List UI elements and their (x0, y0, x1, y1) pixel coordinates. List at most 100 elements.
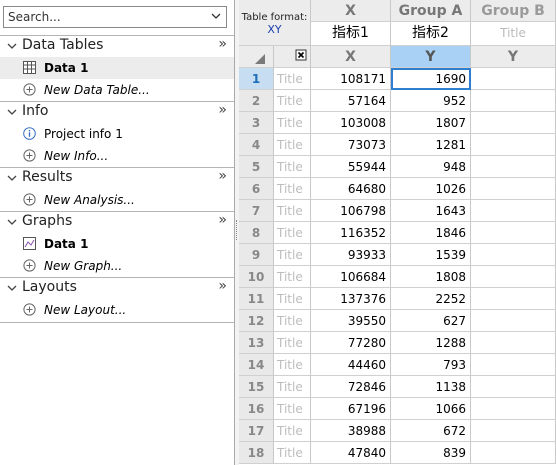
cell-group-a[interactable]: 952 (391, 90, 471, 112)
caret-down-icon[interactable] (7, 41, 17, 51)
row-title-cell[interactable]: Title (274, 354, 311, 376)
row-number[interactable]: 12 (239, 310, 274, 332)
column-title-b[interactable]: Title (471, 22, 556, 46)
row-title-cell[interactable]: Title (274, 134, 311, 156)
navigator-item[interactable]: Data 1 (0, 233, 234, 255)
cell-group-b[interactable] (471, 156, 556, 178)
cell-group-a[interactable]: 1539 (391, 244, 471, 266)
section-header-3[interactable]: Graphs » (0, 211, 234, 233)
cell-group-b[interactable] (471, 266, 556, 288)
cell-x[interactable]: 73073 (311, 134, 391, 156)
cell-x[interactable]: 103008 (311, 112, 391, 134)
cell-x[interactable]: 55944 (311, 156, 391, 178)
row-number[interactable]: 11 (239, 288, 274, 310)
cell-group-a[interactable]: 1281 (391, 134, 471, 156)
row-title-cell[interactable]: Title (274, 244, 311, 266)
row-title-cell[interactable]: Title (274, 266, 311, 288)
cell-x[interactable]: 77280 (311, 332, 391, 354)
cell-group-a[interactable]: 1288 (391, 332, 471, 354)
cell-group-b[interactable] (471, 376, 556, 398)
cell-group-b[interactable] (471, 332, 556, 354)
new-item-link[interactable]: New Layout... (0, 299, 234, 321)
cell-x[interactable]: 106798 (311, 200, 391, 222)
cell-x[interactable]: 93933 (311, 244, 391, 266)
new-item-link[interactable]: New Analysis... (0, 189, 234, 211)
cell-group-b[interactable] (471, 68, 556, 90)
row-number[interactable]: 1 (239, 68, 274, 90)
cell-x[interactable]: 64680 (311, 178, 391, 200)
row-title-cell[interactable]: Title (274, 156, 311, 178)
cell-x[interactable]: 106684 (311, 266, 391, 288)
row-title-cell[interactable]: Title (274, 332, 311, 354)
new-item-link[interactable]: New Data Table... (0, 79, 234, 101)
column-group-b[interactable]: Group B (471, 0, 556, 22)
row-title-cell[interactable]: Title (274, 420, 311, 442)
row-number[interactable]: 2 (239, 90, 274, 112)
row-title-cell[interactable]: Title (274, 288, 311, 310)
cell-group-a[interactable]: 1846 (391, 222, 471, 244)
cell-group-b[interactable] (471, 420, 556, 442)
table-format-cell[interactable]: Table format: XY (239, 0, 311, 46)
cell-group-b[interactable] (471, 244, 556, 266)
select-all-corner[interactable] (239, 46, 274, 68)
cell-group-a[interactable]: 839 (391, 442, 471, 464)
expand-icon[interactable]: » (218, 278, 227, 294)
cell-group-a[interactable]: 1643 (391, 200, 471, 222)
row-title-cell[interactable]: Title (274, 442, 311, 464)
cell-group-b[interactable] (471, 398, 556, 420)
new-item-link[interactable]: New Graph... (0, 255, 234, 277)
column-sub-b[interactable]: Y (471, 46, 556, 68)
row-number[interactable]: 9 (239, 244, 274, 266)
caret-down-icon[interactable] (7, 107, 17, 117)
column-sub-x[interactable]: X (311, 46, 391, 68)
cell-group-a[interactable]: 672 (391, 420, 471, 442)
cell-x[interactable]: 44460 (311, 354, 391, 376)
cell-x[interactable]: 72846 (311, 376, 391, 398)
cell-group-a[interactable]: 1026 (391, 178, 471, 200)
row-title-cell[interactable]: Title (274, 200, 311, 222)
cell-x[interactable]: 116352 (311, 222, 391, 244)
cell-group-b[interactable] (471, 134, 556, 156)
cell-x[interactable]: 38988 (311, 420, 391, 442)
column-group-x[interactable]: X (311, 0, 391, 22)
row-title-cell[interactable]: Title (274, 398, 311, 420)
expand-icon[interactable]: » (218, 36, 227, 52)
cell-group-b[interactable] (471, 288, 556, 310)
column-title-a[interactable]: 指标2 (391, 22, 471, 46)
row-number[interactable]: 7 (239, 200, 274, 222)
row-title-cell[interactable]: Title (274, 90, 311, 112)
section-header-1[interactable]: Info » (0, 101, 234, 123)
cell-group-a[interactable]: 793 (391, 354, 471, 376)
row-title-cell[interactable]: Title (274, 68, 311, 90)
cell-x[interactable]: 39550 (311, 310, 391, 332)
row-number[interactable]: 10 (239, 266, 274, 288)
row-title-cell[interactable]: Title (274, 178, 311, 200)
navigator-search[interactable] (3, 6, 227, 28)
row-number[interactable]: 15 (239, 376, 274, 398)
navigator-item[interactable]: Project info 1 (0, 123, 234, 145)
row-title-cell[interactable]: Title (274, 310, 311, 332)
row-number[interactable]: 4 (239, 134, 274, 156)
expand-icon[interactable]: » (218, 102, 227, 118)
cell-x[interactable]: 47840 (311, 442, 391, 464)
row-title-cell[interactable]: Title (274, 222, 311, 244)
cell-group-a[interactable]: 2252 (391, 288, 471, 310)
new-item-link[interactable]: New Info... (0, 145, 234, 167)
row-number[interactable]: 18 (239, 442, 274, 464)
row-number[interactable]: 5 (239, 156, 274, 178)
search-input[interactable] (8, 9, 198, 25)
cell-group-a[interactable]: 948 (391, 156, 471, 178)
expand-icon[interactable]: » (218, 212, 227, 228)
column-title-x[interactable]: 指标1 (311, 22, 391, 46)
chevron-down-icon[interactable] (210, 10, 222, 22)
row-title-header[interactable] (274, 46, 311, 68)
close-box-icon[interactable] (274, 46, 311, 68)
cell-group-b[interactable] (471, 178, 556, 200)
row-number[interactable]: 8 (239, 222, 274, 244)
cell-group-b[interactable] (471, 310, 556, 332)
cell-group-a[interactable]: 1807 (391, 112, 471, 134)
navigator-item[interactable]: Data 1 (0, 57, 234, 79)
cell-group-b[interactable] (471, 112, 556, 134)
cell-x[interactable]: 67196 (311, 398, 391, 420)
column-sub-a[interactable]: Y (391, 46, 471, 68)
